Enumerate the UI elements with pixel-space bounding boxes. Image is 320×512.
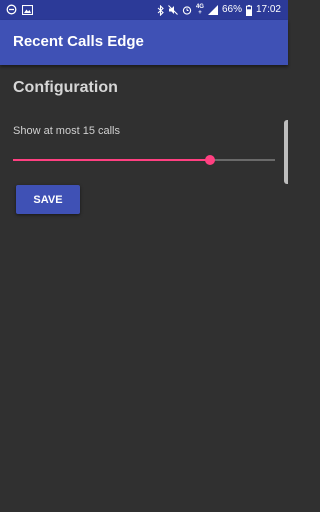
- status-time: 17:02: [255, 4, 281, 15]
- alarm-icon: [182, 5, 192, 15]
- app-bar: Recent Calls Edge: [0, 20, 288, 65]
- slider-fill: [13, 159, 210, 161]
- edge-panel-handle[interactable]: [284, 120, 288, 184]
- bluetooth-icon: [157, 4, 164, 16]
- blocked-notification-icon: [6, 4, 17, 15]
- max-calls-slider[interactable]: [13, 152, 275, 168]
- configuration-title: Configuration: [13, 79, 118, 96]
- slider-caption: Show at most 15 calls: [13, 125, 120, 137]
- network-indicator: 4G +: [196, 4, 204, 16]
- status-right-icons: 4G + 66% 17:02: [157, 3, 281, 17]
- network-extra-label: +: [198, 10, 202, 16]
- image-notification-icon: [22, 4, 33, 15]
- status-bar: 4G + 66% 17:02: [0, 0, 288, 20]
- mute-icon: [168, 5, 178, 15]
- slider-thumb[interactable]: [204, 155, 215, 165]
- battery-icon: [245, 4, 252, 16]
- save-button[interactable]: SAVE: [16, 185, 80, 214]
- battery-percent: 66%: [221, 4, 242, 15]
- status-left-icons: [6, 4, 33, 15]
- app-title: Recent Calls Edge: [13, 33, 144, 50]
- signal-icon: [207, 5, 218, 15]
